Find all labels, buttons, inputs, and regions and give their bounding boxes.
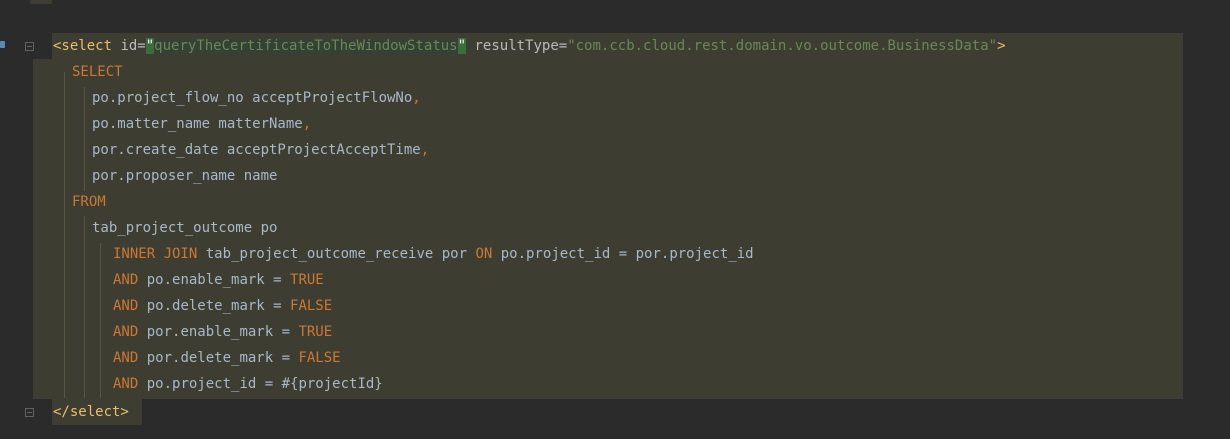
comma: ,: [412, 90, 421, 106]
column-expression: por.create_date acceptProjectAcceptTime: [92, 142, 421, 158]
code-line[interactable]: po.matter_name matterName,: [92, 111, 311, 137]
true-literal: TRUE: [298, 324, 333, 340]
indent-guide: [100, 243, 101, 398]
indent-guide: [64, 216, 65, 398]
code-line[interactable]: AND por.delete_mark = FALSE: [113, 345, 341, 371]
fold-collapse-icon[interactable]: [25, 42, 34, 51]
from-keyword: FROM: [72, 194, 106, 210]
fold-end-icon[interactable]: [25, 408, 34, 417]
and-keyword: AND: [113, 272, 139, 288]
code-line[interactable]: <select id="queryTheCertificateToTheWind…: [53, 33, 1006, 59]
column-expression: po.project_flow_no acceptProjectFlowNo: [92, 90, 413, 106]
result-type-attribute: resultType=: [466, 38, 568, 54]
and-keyword: AND: [113, 324, 139, 340]
gutter-marker: [30, 0, 52, 4]
code-line[interactable]: AND po.enable_mark = TRUE: [113, 267, 324, 293]
false-literal: FALSE: [290, 298, 333, 314]
result-type-value: "com.ccb.cloud.rest.domain.vo.outcome.Bu…: [567, 38, 998, 54]
join-table: tab_project_outcome_receive por: [197, 246, 476, 262]
condition: po.enable_mark =: [138, 272, 291, 288]
and-keyword: AND: [113, 350, 139, 366]
code-line[interactable]: AND po.delete_mark = FALSE: [113, 293, 332, 319]
code-line[interactable]: tab_project_outcome po: [92, 215, 277, 241]
condition: por.enable_mark =: [138, 324, 299, 340]
inner-join-keyword: INNER JOIN: [113, 246, 198, 262]
code-line[interactable]: AND po.project_id = #{projectId}: [113, 371, 383, 397]
true-literal: TRUE: [290, 272, 324, 288]
and-keyword: AND: [113, 298, 139, 314]
code-line[interactable]: FROM: [72, 189, 106, 215]
indent-guide: [84, 87, 85, 191]
code-line[interactable]: INNER JOIN tab_project_outcome_receive p…: [113, 241, 754, 267]
column-expression: por.proposer_name name: [92, 168, 278, 184]
code-line[interactable]: AND por.enable_mark = TRUE: [113, 319, 332, 345]
on-keyword: ON: [475, 246, 493, 262]
select-keyword: SELECT: [72, 64, 123, 80]
indent-guide: [64, 72, 65, 216]
condition: po.delete_mark =: [138, 298, 291, 314]
code-line[interactable]: po.project_flow_no acceptProjectFlowNo,: [92, 85, 421, 111]
join-condition: po.project_id = por.project_id: [492, 246, 754, 262]
indent-guide: [84, 216, 85, 398]
select-close-tag: </select>: [53, 404, 129, 420]
code-line[interactable]: </select>: [53, 399, 129, 425]
select-open-tag: <select: [53, 38, 113, 54]
false-literal: FALSE: [298, 350, 341, 366]
id-value: queryTheCertificateToTheWindowStatus: [154, 38, 458, 54]
code-line[interactable]: por.proposer_name name: [92, 163, 277, 189]
comma: ,: [420, 142, 430, 158]
comma: ,: [302, 116, 312, 132]
and-keyword: AND: [113, 376, 139, 392]
code-line[interactable]: por.create_date acceptProjectAcceptTime,: [92, 137, 429, 163]
code-line[interactable]: SELECT: [72, 59, 123, 85]
bookmark-icon[interactable]: [0, 41, 5, 48]
condition: por.delete_mark =: [138, 350, 299, 366]
column-expression: po.matter_name matterName: [92, 116, 303, 132]
table-expression: tab_project_outcome po: [92, 220, 278, 236]
condition: po.project_id = #{projectId}: [138, 376, 383, 392]
quote-mark: ": [457, 38, 467, 54]
quote-mark: ": [145, 38, 155, 54]
tag-close: >: [997, 38, 1006, 54]
id-attribute: id=: [112, 38, 146, 54]
code-editor[interactable]: <select id="queryTheCertificateToTheWind…: [0, 0, 1230, 439]
